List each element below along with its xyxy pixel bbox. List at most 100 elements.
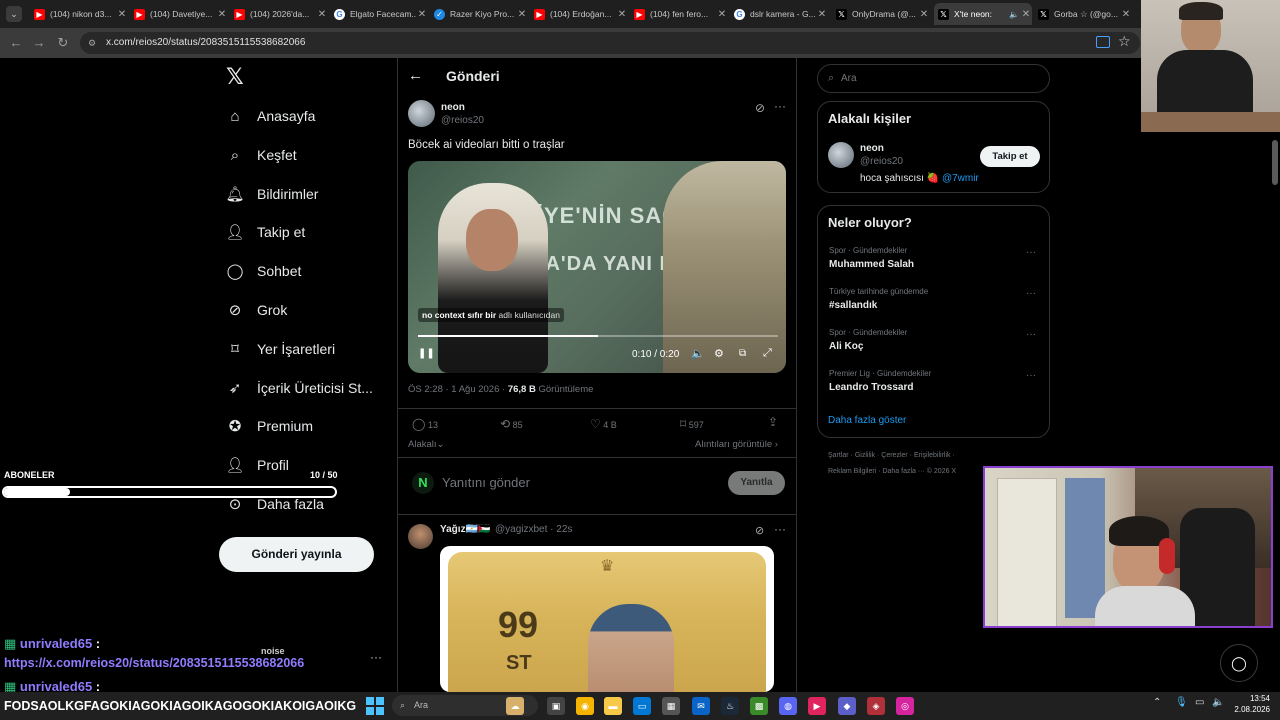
browser-tab[interactable]: ▶ (104) fen fero... ✕: [630, 3, 728, 25]
more-icon[interactable]: ···: [370, 650, 382, 664]
footer-links[interactable]: Şartlar · Gizlilik · Çerezler · Erişileb…: [828, 452, 955, 459]
browser-tab[interactable]: ✓ Razer Kiyo Pro... ✕: [430, 3, 528, 25]
author-name[interactable]: neon: [441, 102, 465, 113]
person-name[interactable]: neon: [860, 143, 884, 154]
search-bar[interactable]: ⌕ Ara: [817, 64, 1050, 93]
trend-more-icon[interactable]: ···: [1026, 247, 1036, 258]
trend-more-icon[interactable]: ···: [1026, 288, 1036, 299]
share-icon[interactable]: ⇪: [768, 415, 778, 429]
clock-date[interactable]: 2.08.2026: [1232, 705, 1270, 714]
reply-image[interactable]: ♛ 99 ST: [440, 546, 774, 692]
reply-stat[interactable]: ◯ 13: [412, 417, 438, 431]
reply-author-handle[interactable]: @yagizxbet · 22s: [495, 524, 572, 535]
grok-icon[interactable]: ⊘: [755, 101, 765, 115]
chrome-icon[interactable]: ◉: [576, 697, 594, 715]
store-icon[interactable]: ▦: [662, 697, 680, 715]
pip-icon[interactable]: ⧉: [739, 348, 746, 359]
fullscreen-icon[interactable]: ⤢: [763, 347, 772, 360]
browser-tab[interactable]: ▶ (104) 2026'da... ✕: [230, 3, 328, 25]
task-view-icon[interactable]: ▣: [547, 697, 565, 715]
close-tab-icon[interactable]: ✕: [1020, 9, 1032, 20]
repost-stat[interactable]: ⟲ 85: [500, 417, 523, 431]
discord-icon[interactable]: ◍: [779, 697, 797, 715]
person-handle[interactable]: @reios20: [860, 156, 903, 167]
video-player[interactable]: KİYE'NİN SAĞLI NA'DA YANI B no context s…: [408, 161, 786, 373]
close-tab-icon[interactable]: ✕: [216, 9, 228, 20]
scrollbar[interactable]: [1272, 140, 1278, 185]
sidebar-item-yer-i-aretleri[interactable]: ⌑ Yer İşaretleri: [226, 334, 335, 364]
volume-icon[interactable]: 🔈: [691, 347, 705, 360]
sidebar-item-profil[interactable]: 👤︎ Profil: [225, 450, 288, 480]
trend-title[interactable]: Leandro Trossard: [829, 382, 913, 393]
browser-tab[interactable]: 𝕏 Gorba ☆ (@go... ✕: [1034, 3, 1132, 25]
trend-title[interactable]: #sallandık: [829, 300, 877, 311]
sidebar-item-bildirimler[interactable]: 🔔︎ Bildirimler: [225, 179, 318, 209]
teams-icon[interactable]: ◆: [838, 697, 856, 715]
more-icon[interactable]: ···: [774, 99, 786, 113]
mic-icon[interactable]: 🎙: [1175, 697, 1188, 708]
bookmark-star-icon[interactable]: ☆: [1118, 33, 1131, 50]
close-tab-icon[interactable]: ✕: [616, 9, 628, 20]
browser-tab[interactable]: Gdslr kamera - G... ✕: [730, 3, 828, 25]
reply-author-name[interactable]: Yağız🇦🇷🇵🇸: [440, 524, 490, 535]
audio-playing-icon[interactable]: 🔈: [1008, 10, 1020, 19]
reply-avatar[interactable]: [408, 524, 433, 549]
clock-time[interactable]: 13:54: [1240, 694, 1270, 703]
cast-icon[interactable]: [1096, 36, 1110, 48]
close-tab-icon[interactable]: ✕: [716, 9, 728, 20]
chat-fab[interactable]: ◯: [1220, 644, 1258, 682]
post-timestamp[interactable]: ÖS 2:28 · 1 Ağu 2026 ·: [408, 384, 508, 395]
browser-tab[interactable]: ▶ (104) nikon d3... ✕: [30, 3, 128, 25]
close-tab-icon[interactable]: ✕: [116, 9, 128, 20]
post-button[interactable]: Gönderi yayınla: [219, 537, 374, 572]
forward-icon[interactable]: →: [31, 35, 47, 51]
x-logo[interactable]: 𝕏: [226, 64, 244, 90]
close-tab-icon[interactable]: ✕: [516, 9, 528, 20]
settings-icon[interactable]: ⚙: [714, 347, 724, 360]
bio-mention[interactable]: @7wmir: [942, 173, 979, 184]
monitor-icon[interactable]: ▭: [633, 697, 651, 715]
sidebar-item-grok[interactable]: ⊘ Grok: [226, 295, 288, 325]
instagram-icon[interactable]: ◎: [896, 697, 914, 715]
reply-button[interactable]: Yanıtla: [728, 471, 785, 495]
back-icon[interactable]: ←: [8, 35, 24, 51]
close-tab-icon[interactable]: ✕: [816, 9, 828, 20]
footer-links[interactable]: Reklam Bilgileri · Daha fazla ··· © 2026…: [828, 468, 956, 475]
quotes-link[interactable]: Alıntıları görüntüle ›: [695, 439, 778, 450]
close-tab-icon[interactable]: ✕: [918, 9, 930, 20]
bookmark-stat[interactable]: ⌑ 597: [680, 417, 704, 431]
sidebar-item-takip-et[interactable]: 👤︎ Takip et: [225, 217, 305, 247]
author-handle[interactable]: @reios20: [441, 115, 484, 126]
browser-tab[interactable]: 𝕏 X'te neon: 🔈 ✕: [934, 3, 1032, 25]
steam-icon[interactable]: ♨: [721, 697, 739, 715]
mail-icon[interactable]: ✉: [692, 697, 710, 715]
media-player-icon[interactable]: ▶: [808, 697, 826, 715]
network-icon[interactable]: ▭: [1195, 697, 1204, 708]
browser-tab[interactable]: 𝕏 OnlyDrama (@... ✕: [832, 3, 930, 25]
sidebar-item-premium[interactable]: ✪ Premium: [226, 411, 313, 441]
file-explorer-icon[interactable]: ▬: [604, 697, 622, 715]
close-tab-icon[interactable]: ✕: [416, 9, 428, 20]
search-input[interactable]: Ara: [841, 73, 857, 84]
tab-search-button[interactable]: ⌄: [6, 6, 22, 22]
trend-title[interactable]: Ali Koç: [829, 341, 863, 352]
trend-more-icon[interactable]: ···: [1026, 329, 1036, 340]
browser-tab[interactable]: ▶ (104) Erdoğan... ✕: [530, 3, 628, 25]
url-field[interactable]: ⚙ x.com/reios20/status/20835151155386820…: [80, 32, 1140, 54]
reload-icon[interactable]: ↻: [55, 35, 71, 51]
widgets-icon[interactable]: ☁: [506, 697, 524, 715]
browser-tab[interactable]: G Elgato Facecam... ✕: [330, 3, 428, 25]
site-info-icon[interactable]: ⚙: [88, 32, 96, 54]
browser-tab[interactable]: ▶ (104) Davetiye... ✕: [130, 3, 228, 25]
back-arrow-icon[interactable]: ←: [408, 67, 423, 84]
avatar[interactable]: [408, 100, 435, 127]
volume-icon[interactable]: 🔈: [1212, 697, 1224, 708]
avatar[interactable]: [828, 142, 854, 168]
close-tab-icon[interactable]: ✕: [1120, 9, 1132, 20]
close-tab-icon[interactable]: ✕: [316, 9, 328, 20]
sidebar-item-anasayfa[interactable]: ⌂ Anasayfa: [226, 101, 315, 131]
more-icon[interactable]: ···: [774, 522, 786, 536]
video-progress-track[interactable]: [418, 335, 778, 337]
follow-button[interactable]: Takip et: [980, 146, 1040, 167]
grok-icon[interactable]: ⊘: [755, 524, 764, 537]
